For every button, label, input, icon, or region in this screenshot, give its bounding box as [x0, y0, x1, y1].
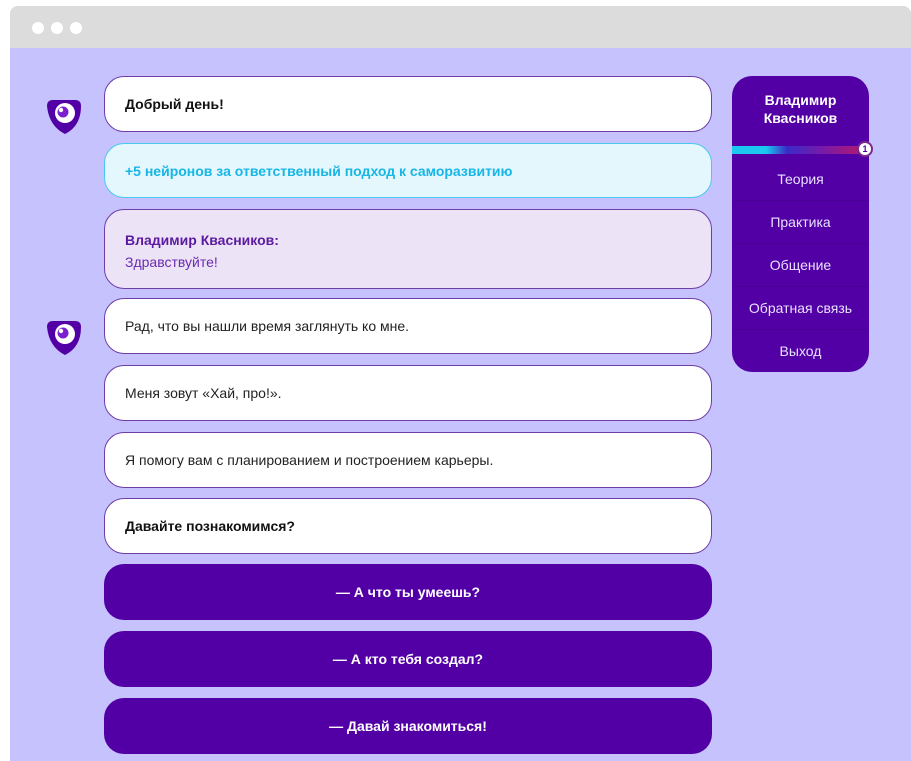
bot-message-question: Давайте познакомимся? [104, 498, 712, 554]
sidebar-item-communication[interactable]: Общение [732, 243, 869, 286]
sidebar-menu: Владимир Квасников 1 Теория Практика Общ… [732, 76, 873, 372]
sidebar-user-name[interactable]: Владимир Квасников [732, 76, 869, 142]
bot-message: Меня зовут «Хай, про!». [104, 365, 712, 421]
bot-message: Я помогу вам с планированием и построени… [104, 432, 712, 488]
message-text: Давайте познакомимся? [125, 518, 295, 534]
reward-text: +5 нейронов за ответственный подход к са… [125, 162, 513, 179]
sidebar-nav: Теория Практика Общение Обратная связь В… [732, 157, 869, 372]
message-text: Меня зовут «Хай, про!». [125, 385, 282, 401]
sidebar-item-theory[interactable]: Теория [732, 157, 869, 200]
window-control-dot[interactable] [32, 22, 44, 34]
window-titlebar [10, 6, 911, 48]
sidebar-item-feedback[interactable]: Обратная связь [732, 286, 869, 329]
choice-button-creator[interactable]: — А кто тебя создал? [104, 631, 712, 687]
choice-label: — А кто тебя создал? [332, 651, 484, 667]
sidebar-item-exit[interactable]: Выход [732, 329, 869, 372]
bot-message: Рад, что вы нашли время заглянуть ко мне… [104, 298, 712, 354]
choice-label: — А что ты умеешь? [335, 584, 481, 600]
app-window: Добрый день! +5 нейронов за ответственны… [10, 6, 911, 761]
sidebar-item-practice[interactable]: Практика [732, 200, 869, 243]
user-message-author: Владимир Квасников: [125, 232, 279, 248]
bot-message-greeting: Добрый день! [104, 76, 712, 132]
user-message: Владимир Квасников: Здравствуйте! [104, 209, 712, 289]
bot-eye-icon [47, 100, 81, 134]
message-text: Я помогу вам с планированием и построени… [125, 452, 494, 468]
user-message-text: Здравствуйте! [125, 254, 218, 270]
choice-button-skills[interactable]: — А что ты умеешь? [104, 564, 712, 620]
user-name-label: Владимир Квасников [763, 92, 838, 126]
choice-label: — Давай знакомиться! [329, 718, 487, 734]
level-progress-bar [732, 146, 863, 154]
message-text: Добрый день! [125, 96, 224, 112]
reward-notification: +5 нейронов за ответственный подход к са… [104, 143, 712, 198]
choice-button-introduce[interactable]: — Давай знакомиться! [104, 698, 712, 754]
bot-eye-icon [47, 321, 81, 355]
window-control-dot[interactable] [51, 22, 63, 34]
window-control-dot[interactable] [70, 22, 82, 34]
level-badge: 1 [857, 141, 873, 157]
message-text: Рад, что вы нашли время заглянуть ко мне… [125, 318, 410, 334]
